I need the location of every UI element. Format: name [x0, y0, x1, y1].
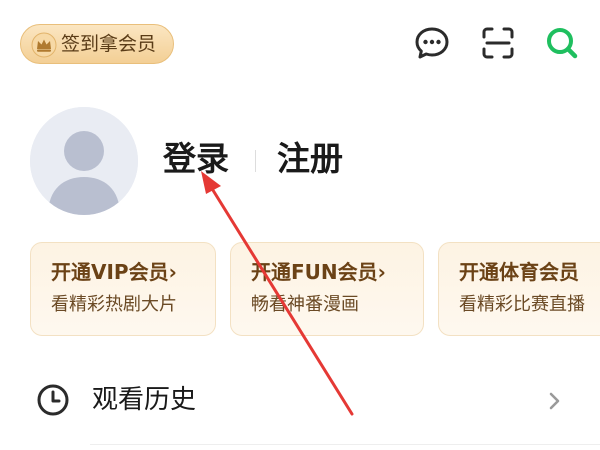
- clock-icon: [36, 383, 70, 417]
- signin-badge-label: 签到拿会员: [61, 33, 157, 55]
- message-icon[interactable]: [412, 23, 452, 63]
- vip-membership-card[interactable]: 开通VIP会员› 看精彩热剧大片: [30, 242, 216, 336]
- vip-card-subtitle: 看精彩热剧大片: [51, 294, 177, 315]
- chevron-right-icon: ›: [168, 260, 177, 284]
- avatar[interactable]: [30, 107, 138, 215]
- sports-card-subtitle: 看精彩比赛直播: [459, 294, 585, 315]
- profile-page: 签到拿会员 登录 注册 开通VIP会员› 看精彩热剧大片 开通FUN会员› 畅看…: [0, 0, 600, 450]
- crown-icon: [31, 32, 57, 58]
- login-link[interactable]: 登录: [163, 138, 229, 180]
- scan-icon[interactable]: [478, 23, 518, 63]
- signin-membership-button[interactable]: 签到拿会员: [20, 24, 174, 64]
- watch-history-label: 观看历史: [92, 385, 197, 415]
- sports-card-title-text: 开通体育会员: [459, 260, 579, 284]
- login-register-divider: [255, 150, 256, 172]
- fun-card-title: 开通FUN会员›: [251, 259, 386, 285]
- search-icon[interactable]: [542, 23, 582, 63]
- vip-card-title: 开通VIP会员›: [51, 259, 177, 285]
- fun-card-title-text: 开通FUN会员: [251, 260, 378, 284]
- sports-card-title: 开通体育会员: [459, 259, 579, 285]
- register-link[interactable]: 注册: [277, 138, 343, 180]
- chevron-right-icon: ›: [377, 260, 386, 284]
- sports-membership-card[interactable]: 开通体育会员 看精彩比赛直播: [438, 242, 600, 336]
- fun-card-subtitle: 畅看神番漫画: [251, 294, 359, 315]
- vip-card-title-text: 开通VIP会员: [51, 260, 169, 284]
- row-divider: [90, 444, 600, 445]
- chevron-right-icon: [548, 390, 562, 412]
- fun-membership-card[interactable]: 开通FUN会员› 畅看神番漫画: [230, 242, 424, 336]
- watch-history-row[interactable]: 观看历史: [0, 360, 600, 442]
